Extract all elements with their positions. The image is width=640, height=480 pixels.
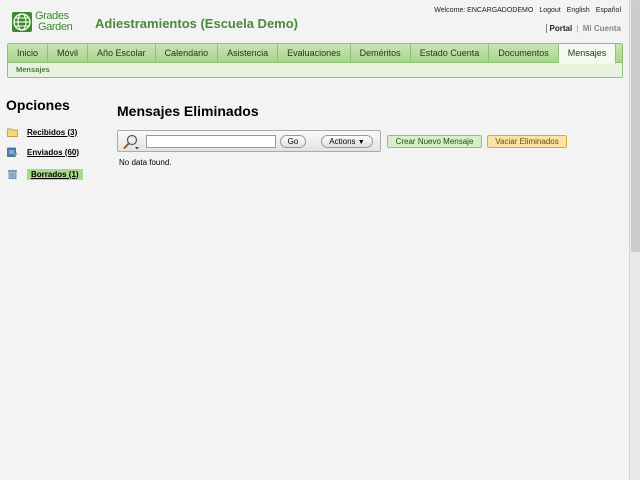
option-borrados-label[interactable]: Borrados (1): [27, 168, 83, 180]
school-title: Adiestramientos (Escuela Demo): [95, 16, 299, 31]
tab-calendario[interactable]: Calendario: [156, 44, 219, 63]
actions-menu-button[interactable]: Actions ▼: [321, 135, 373, 148]
tab-estado-cuenta[interactable]: Estado Cuenta: [411, 44, 490, 63]
subnav-mensajes[interactable]: Mensajes: [8, 63, 622, 77]
tab-movil[interactable]: Móvil: [48, 44, 89, 63]
search-toolbar: Go Actions ▼: [117, 130, 381, 152]
tab-ano-escolar[interactable]: Año Escolar: [88, 44, 156, 63]
grades-garden-logo[interactable]: Grades Garden: [11, 11, 81, 35]
tab-evaluaciones[interactable]: Evaluaciones: [278, 44, 351, 63]
actions-label: Actions: [329, 137, 356, 146]
portal-link[interactable]: Portal: [545, 24, 573, 33]
option-borrados[interactable]: Borrados (1): [7, 168, 83, 180]
option-enviados-label[interactable]: Enviados (60): [27, 148, 79, 157]
chevron-down-icon: ▼: [357, 139, 365, 146]
logo-wordmark: Grades Garden: [35, 11, 81, 33]
portal-links: Portal | Mi Cuenta: [545, 24, 621, 33]
scrollbar-thumb[interactable]: [631, 0, 640, 252]
mi-cuenta-link[interactable]: Mi Cuenta: [583, 24, 621, 33]
search-options-icon[interactable]: [122, 133, 140, 151]
espanol-link[interactable]: Español: [596, 7, 621, 14]
top-links: Welcome: ENCARGADODEMO Logout English Es…: [434, 7, 621, 14]
option-recibidos[interactable]: Recibidos (3): [7, 126, 77, 138]
main-navigation: Inicio Móvil Año Escolar Calendario Asis…: [7, 43, 623, 78]
tab-demeritos[interactable]: Deméritos: [351, 44, 411, 63]
search-input[interactable]: [146, 135, 276, 148]
folder-icon: [7, 128, 18, 137]
no-data-message: No data found.: [119, 158, 172, 167]
logout-link[interactable]: Logout: [539, 7, 560, 14]
portal-separator: |: [576, 24, 579, 33]
empty-trash-button[interactable]: Vaciar Eliminados: [487, 135, 567, 148]
logo-line2: Garden: [38, 21, 73, 33]
tab-mensajes[interactable]: Mensajes: [558, 44, 617, 64]
option-recibidos-label[interactable]: Recibidos (3): [27, 128, 77, 137]
tab-inicio[interactable]: Inicio: [8, 44, 49, 63]
go-button[interactable]: Go: [280, 135, 306, 148]
create-new-message-button[interactable]: Crear Nuevo Mensaje: [387, 135, 482, 148]
options-title: Opciones: [6, 97, 70, 113]
vertical-scrollbar[interactable]: [629, 0, 640, 480]
sent-icon: [7, 147, 18, 157]
page-title: Mensajes Eliminados: [117, 103, 259, 119]
tab-asistencia[interactable]: Asistencia: [218, 44, 279, 63]
option-enviados[interactable]: Enviados (60): [7, 146, 79, 158]
trash-icon: [8, 170, 17, 179]
tab-documentos[interactable]: Documentos: [489, 44, 559, 63]
welcome-text: Welcome: ENCARGADODEMO: [434, 7, 534, 14]
english-link[interactable]: English: [567, 7, 590, 14]
tab-bar: Inicio Móvil Año Escolar Calendario Asis…: [8, 44, 622, 64]
globe-logo-icon: [12, 12, 32, 32]
